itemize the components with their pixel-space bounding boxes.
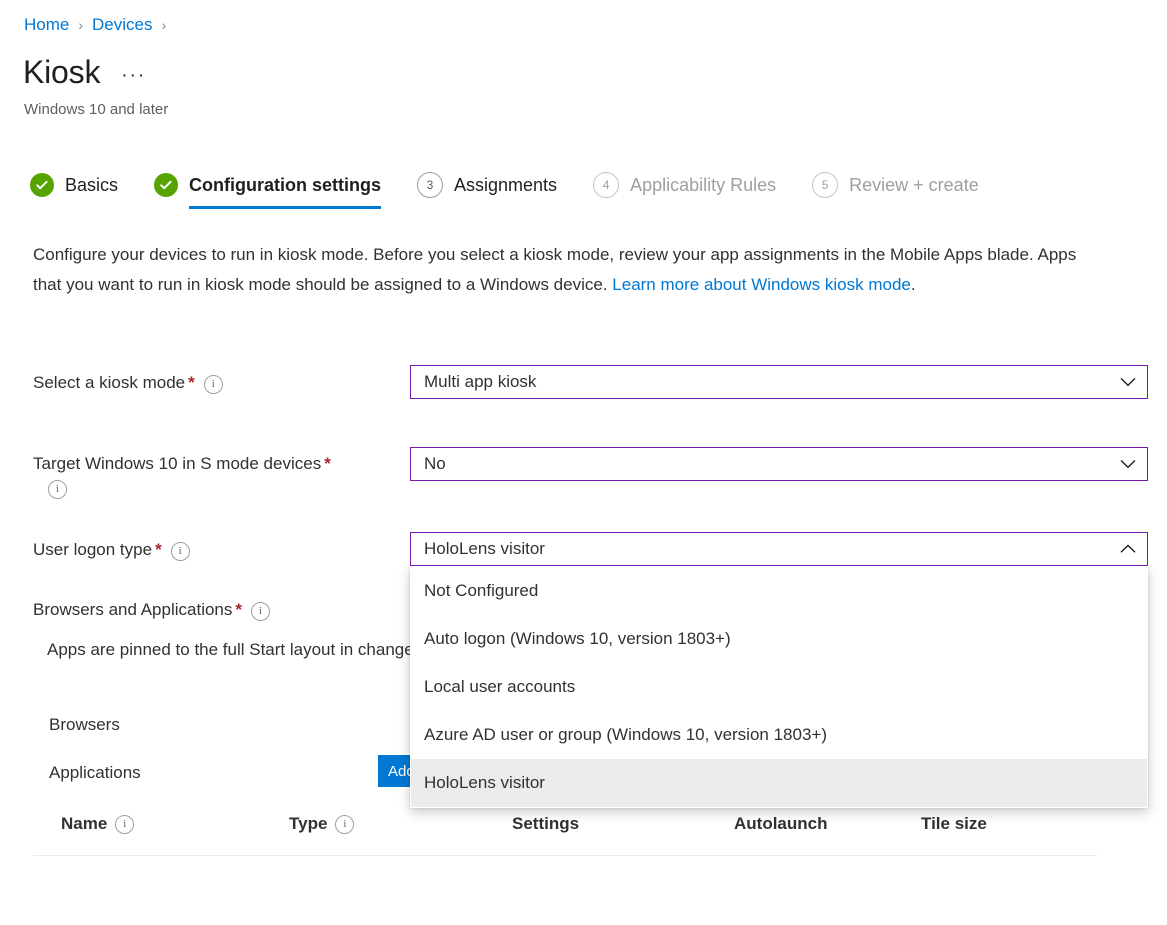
browsers-applications-label-text: Browsers and Applications: [33, 600, 232, 619]
description-text: Configure your devices to run in kiosk m…: [33, 245, 1076, 294]
column-header-type: Type i: [289, 812, 354, 836]
tab-assignments[interactable]: 3 Assignments: [417, 172, 557, 210]
user-logon-type-dropdown[interactable]: HoloLens visitor: [410, 532, 1148, 566]
dropdown-option-auto-logon[interactable]: Auto logon (Windows 10, version 1803+): [411, 615, 1147, 663]
column-header-tile-size: Tile size: [921, 812, 987, 836]
tab-review-create-label: Review + create: [849, 173, 979, 197]
column-header-name: Name i: [61, 812, 134, 836]
wizard-steps: Basics Configuration settings 3 Assignme…: [30, 172, 1015, 210]
dropdown-option-not-configured[interactable]: Not Configured: [411, 567, 1147, 615]
step-number-badge: 3: [417, 172, 443, 198]
required-asterisk: *: [188, 373, 195, 392]
info-icon[interactable]: i: [335, 815, 354, 834]
tab-basics-label: Basics: [65, 173, 118, 197]
step-number-badge: 5: [812, 172, 838, 198]
more-options-icon[interactable]: ···: [117, 63, 150, 89]
page-subtitle: Windows 10 and later: [24, 100, 168, 120]
tab-configuration-settings[interactable]: Configuration settings: [154, 173, 381, 209]
help-text-part1: Apps are pinned to the full Start layout…: [47, 640, 358, 659]
dropdown-option-azure-ad-user-or-group[interactable]: Azure AD user or group (Windows 10, vers…: [411, 711, 1147, 759]
page-description: Configure your devices to run in kiosk m…: [33, 240, 1097, 300]
breadcrumb: Home › Devices ›: [24, 14, 166, 36]
user-logon-type-options-list: Not Configured Auto logon (Windows 10, v…: [410, 566, 1148, 808]
chevron-down-icon: [1109, 459, 1147, 469]
tab-applicability-rules-label: Applicability Rules: [630, 173, 776, 197]
s-mode-value: No: [411, 453, 1109, 475]
chevron-down-icon: [1109, 377, 1147, 387]
info-icon[interactable]: i: [251, 602, 270, 621]
description-text-end: .: [911, 275, 916, 294]
applications-row-label: Applications: [49, 761, 141, 785]
breadcrumb-chevron-icon: ›: [78, 14, 83, 36]
page-header: Kiosk ···: [23, 52, 150, 92]
column-header-type-label: Type: [289, 812, 327, 836]
check-circle-icon: [154, 173, 178, 197]
required-asterisk: *: [235, 600, 242, 619]
tab-assignments-label: Assignments: [454, 173, 557, 197]
page-title: Kiosk: [23, 52, 100, 92]
dropdown-option-hololens-visitor[interactable]: HoloLens visitor: [411, 759, 1147, 807]
check-circle-icon: [30, 173, 54, 197]
breadcrumb-item-home[interactable]: Home: [24, 14, 69, 36]
column-header-name-label: Name: [61, 812, 107, 836]
column-header-autolaunch: Autolaunch: [734, 812, 828, 836]
kiosk-mode-value: Multi app kiosk: [411, 371, 1109, 393]
apps-table-header: Name i Type i Settings Autolaunch Tile s…: [33, 812, 1097, 856]
s-mode-label-text: Target Windows 10 in S mode devices: [33, 454, 321, 473]
breadcrumb-item-devices[interactable]: Devices: [92, 14, 152, 36]
kiosk-mode-label-text: Select a kiosk mode: [33, 373, 185, 392]
browsers-row-label: Browsers: [49, 713, 120, 737]
learn-more-kiosk-link[interactable]: Learn more about Windows kiosk mode: [612, 275, 911, 294]
tab-applicability-rules: 4 Applicability Rules: [593, 172, 776, 210]
s-mode-dropdown[interactable]: No: [410, 447, 1148, 481]
user-logon-type-value: HoloLens visitor: [411, 538, 1109, 560]
info-icon[interactable]: i: [115, 815, 134, 834]
tab-configuration-settings-label: Configuration settings: [189, 173, 381, 197]
user-logon-type-label: User logon type* i: [33, 538, 190, 562]
required-asterisk: *: [155, 540, 162, 559]
step-number-badge: 4: [593, 172, 619, 198]
tab-review-create: 5 Review + create: [812, 172, 979, 210]
info-icon[interactable]: i: [171, 542, 190, 561]
browsers-applications-label: Browsers and Applications* i: [33, 598, 270, 622]
info-icon[interactable]: i: [204, 375, 223, 394]
tab-basics[interactable]: Basics: [30, 173, 118, 209]
s-mode-label: Target Windows 10 in S mode devices* i: [33, 452, 393, 500]
kiosk-mode-dropdown[interactable]: Multi app kiosk: [410, 365, 1148, 399]
info-icon[interactable]: i: [48, 480, 67, 499]
kiosk-mode-label: Select a kiosk mode* i: [33, 371, 223, 395]
column-header-settings: Settings: [512, 812, 579, 836]
breadcrumb-chevron-icon: ›: [162, 14, 167, 36]
chevron-up-icon: [1109, 544, 1147, 554]
user-logon-type-label-text: User logon type: [33, 540, 152, 559]
required-asterisk: *: [324, 454, 331, 473]
dropdown-option-local-user-accounts[interactable]: Local user accounts: [411, 663, 1147, 711]
